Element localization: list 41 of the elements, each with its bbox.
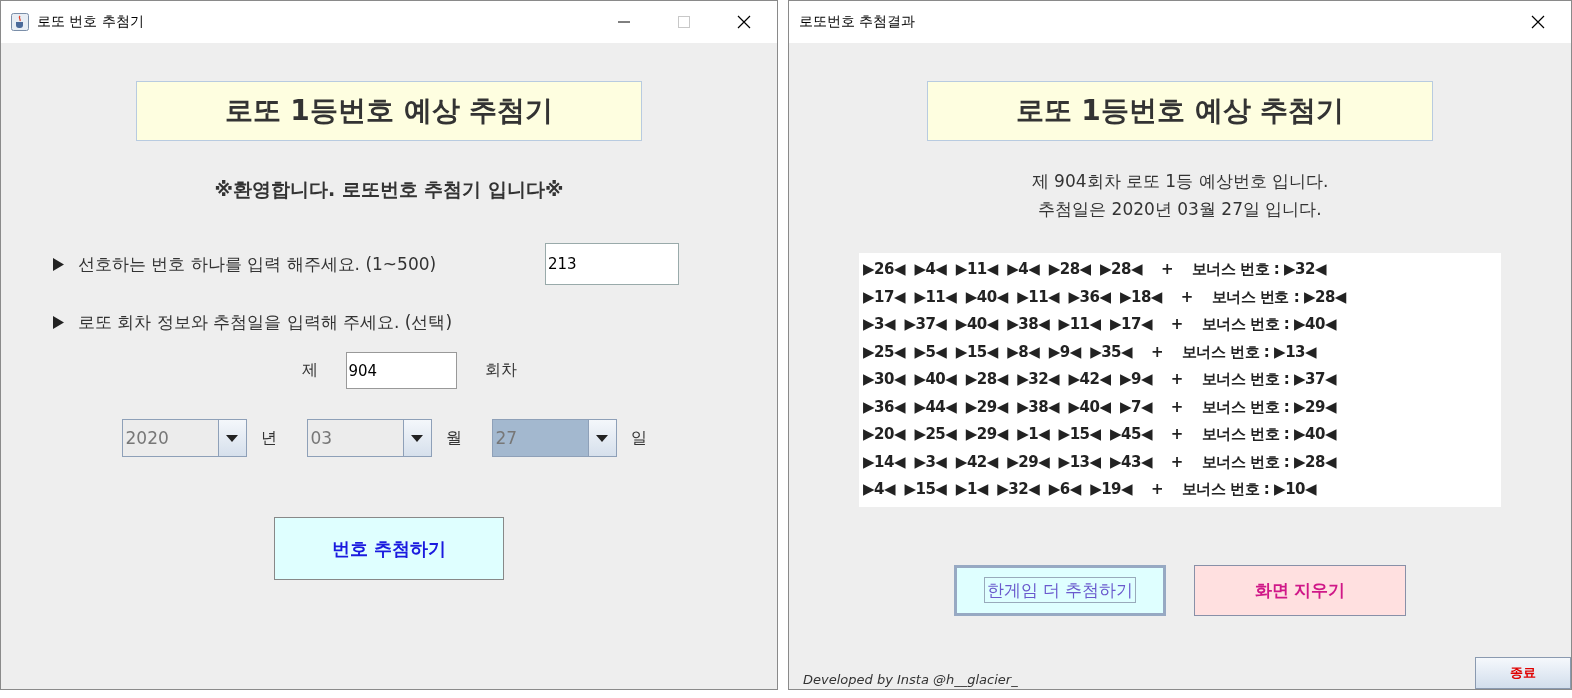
window-title: 로또 번호 추첨기 <box>37 13 144 31</box>
round-field[interactable]: 904 <box>345 352 457 389</box>
coffee-cup-icon <box>11 13 29 31</box>
result-line: ▶4◀ ▶15◀ ▶1◀ ▶32◀ ▶6◀ ▶19◀ + 보너스 번호 : ▶10◀ <box>863 479 1318 500</box>
date-unit-label: 월 <box>444 427 463 449</box>
exit-button[interactable]: 종료 <box>1475 657 1571 689</box>
action-button[interactable]: 한게임 더 추첨하기 <box>954 564 1166 616</box>
window-title: 로또번호 추첨결과 <box>799 13 916 31</box>
result-line: ▶14◀ ▶3◀ ▶42◀ ▶29◀ ▶13◀ ▶43◀ + 보너스 번호 : ▶28◀ <box>863 451 1338 473</box>
dropdown-arrow-icon <box>226 434 238 442</box>
triangle-bullet-icon <box>53 316 64 329</box>
credit-text: Developed by Insta @h__glacier_ <box>803 672 1018 689</box>
round-suffix-label: 회차 <box>483 360 518 381</box>
result-line: ▶25◀ ▶5◀ ▶15◀ ▶8◀ ▶9◀ ▶35◀ + 보너스 번호 : ▶13◀ <box>863 341 1318 363</box>
welcome-text: ※환영합니다. 로또번호 추첨기 입니다※ <box>214 177 564 202</box>
round-prefix-label: 제 <box>300 360 319 381</box>
result-line: ▶26◀ ▶4◀ ▶11◀ ▶4◀ ▶28◀ ▶28◀ + 보너스 번호 : ▶32◀ <box>863 259 1328 280</box>
heading-banner: 로또 1등번호 예상 추첨기 <box>136 81 642 141</box>
date-dropdown[interactable]: 03 <box>306 419 432 457</box>
dropdown-arrow-icon <box>411 434 423 442</box>
close-icon[interactable] <box>1531 15 1545 29</box>
date-dropdown[interactable]: 2020 <box>121 419 247 457</box>
result-line: ▶20◀ ▶25◀ ▶29◀ ▶1◀ ▶15◀ ▶45◀ + 보너스 번호 : ▶40◀ <box>863 424 1338 445</box>
draw-numbers-button[interactable]: 번호 추첨하기 <box>274 517 504 580</box>
date-unit-label: 년 <box>259 427 278 449</box>
info-text: 제 904회차 로또 1등 예상번호 입니다. <box>1031 170 1329 193</box>
triangle-bullet-icon <box>53 257 64 271</box>
close-icon[interactable] <box>737 15 751 29</box>
info-text: 추첨일은 2020년 03월 27일 입니다. <box>1038 198 1322 221</box>
action-button[interactable]: 화면 지우기 <box>1194 564 1406 616</box>
heading-banner: 로또 1등번호 예상 추첨기 <box>927 81 1433 141</box>
result-line: ▶36◀ ▶44◀ ▶29◀ ▶38◀ ▶40◀ ▶7◀ + 보너스 번호 : ▶29◀ <box>863 396 1338 418</box>
prompt-text: 선호하는 번호 하나를 입력 해주세요. (1~500) <box>78 252 437 276</box>
dropdown-arrow-icon <box>596 434 608 442</box>
result-line: ▶3◀ ▶37◀ ▶40◀ ▶38◀ ▶11◀ ▶17◀ + 보너스 번호 : ▶40◀ <box>863 314 1338 335</box>
date-dropdown[interactable]: 27 <box>491 419 617 457</box>
favorite-number-field[interactable]: 213 <box>545 243 679 285</box>
result-line: ▶30◀ ▶40◀ ▶28◀ ▶32◀ ▶42◀ ▶9◀ + 보너스 번호 : ▶37◀ <box>863 369 1338 390</box>
date-unit-label: 일 <box>629 427 648 449</box>
prompt-text: 로또 회차 정보와 추첨일을 입력해 주세요. (선택) <box>78 311 453 334</box>
result-line: ▶17◀ ▶11◀ ▶40◀ ▶11◀ ▶36◀ ▶18◀ + 보너스 번호 : ▶28◀ <box>863 286 1348 308</box>
